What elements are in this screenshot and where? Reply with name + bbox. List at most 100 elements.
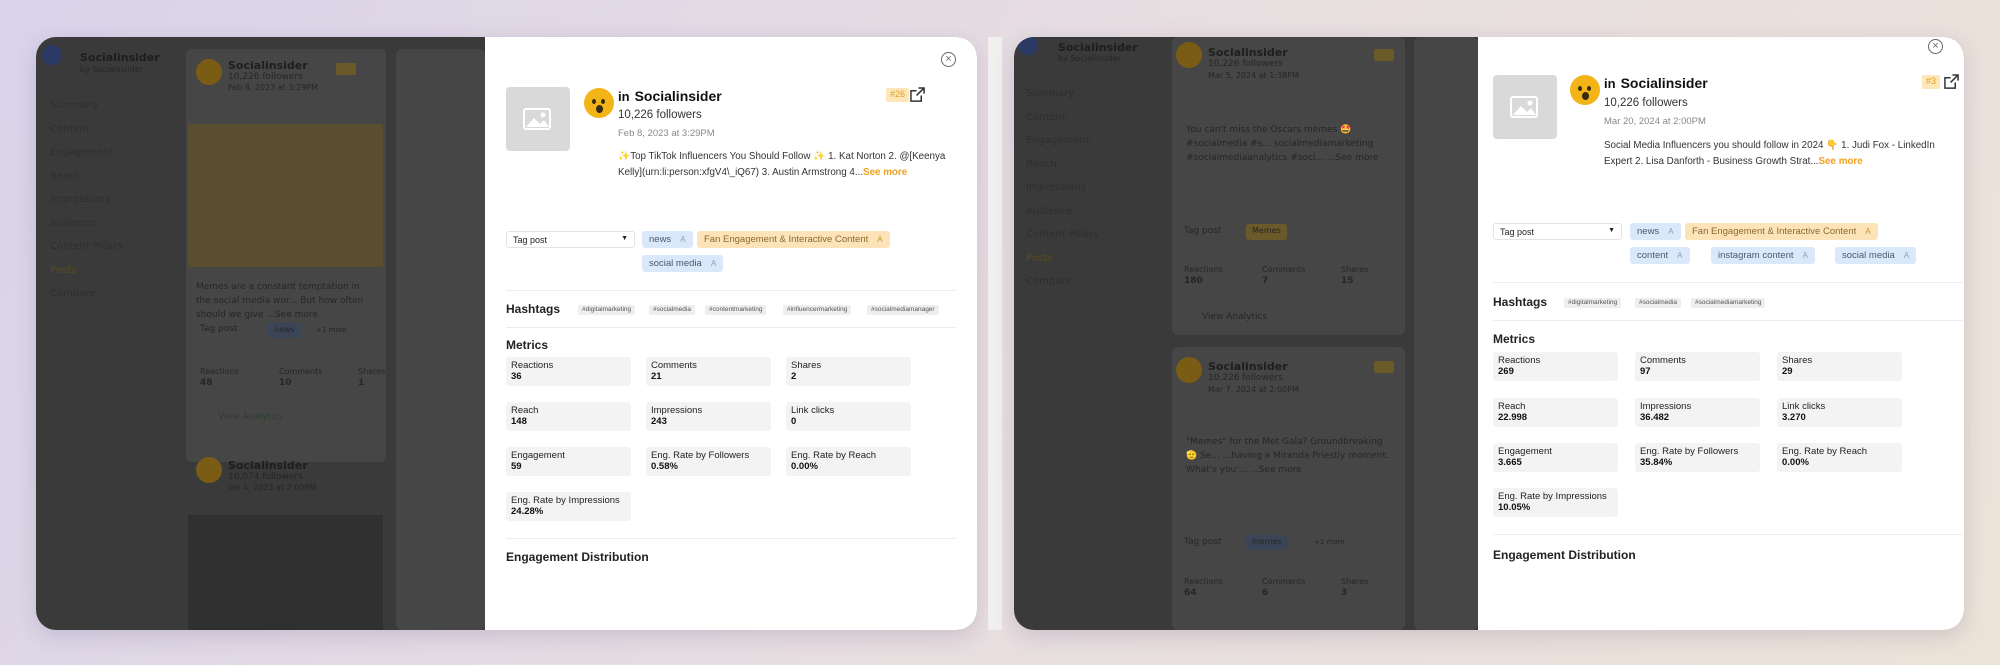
metric-card-eng-rate-followers: Eng. Rate by Followers 0.58%	[646, 447, 771, 476]
view-analytics-link[interactable]: View Analytics	[218, 412, 283, 422]
rank-badge	[1374, 361, 1394, 373]
metric-value: 29	[1782, 366, 1793, 377]
view-analytics-link[interactable]: View Analytics	[1202, 312, 1267, 322]
hashtag-chip: #digitalmarketing	[1564, 298, 1622, 308]
sidebar-item-engagement[interactable]: Engagement	[50, 147, 123, 171]
tag-post-select[interactable]: Tag post ▼	[1493, 223, 1622, 240]
tag-remove-icon[interactable]: A	[1803, 251, 1808, 260]
tag-remove-icon[interactable]: A	[680, 235, 685, 244]
metric-value: 36	[511, 371, 522, 382]
metric-card-reach: Reach 22.998	[1493, 398, 1618, 427]
post-card-followers: 10,226 followers	[1208, 373, 1283, 383]
divider	[1493, 320, 1963, 321]
external-link-icon[interactable]	[910, 87, 925, 102]
sidebar-item-content[interactable]: Content	[1026, 112, 1099, 136]
close-icon[interactable]: ×	[941, 52, 956, 67]
metric-label: Shares	[791, 360, 822, 371]
metric-label: Eng. Rate by Followers	[651, 450, 750, 461]
tag-chip[interactable]: news A	[1630, 223, 1681, 240]
tag-chip[interactable]: Fan Engagement & Interactive Content A	[1685, 223, 1878, 240]
sidebar-item-audience[interactable]: Audience	[1026, 206, 1099, 230]
sidebar-item-content[interactable]: Content	[50, 124, 123, 148]
metric-value: 24.28%	[511, 506, 544, 517]
sidebar-item-audience[interactable]: Audience	[50, 218, 123, 242]
account-name[interactable]: in Socialinsider	[1604, 75, 1708, 91]
sidebar-item-posts[interactable]: Posts	[1026, 253, 1099, 277]
tag-remove-icon[interactable]: A	[877, 235, 882, 244]
post-card-account: Socialinsider	[1208, 360, 1288, 373]
tag-chip[interactable]: instagram content A	[1711, 247, 1815, 264]
tag-remove-icon[interactable]: A	[1668, 227, 1673, 236]
hashtag-chip: #socialmedia	[649, 305, 695, 315]
sidebar-item-content-pillars[interactable]: Content Pillars	[50, 241, 123, 265]
metric-value: 3.665	[1498, 457, 1522, 468]
post-card-date: Mar 7, 2024 at 2:00PM	[1208, 385, 1299, 394]
hashtag-chip: #digitalmarketing	[578, 305, 636, 315]
tag-chip[interactable]: content A	[1630, 247, 1690, 264]
app-logo-text: Socialinsider	[80, 51, 160, 64]
sidebar-nav: Summary Content Engagement Reach Impress…	[1026, 88, 1099, 300]
post-card-tag-select[interactable]: Tag post	[1184, 537, 1222, 547]
tag-remove-icon[interactable]: A	[1904, 251, 1909, 260]
avatar	[584, 88, 614, 118]
account-name[interactable]: in Socialinsider	[618, 88, 722, 104]
tag-chip[interactable]: social media A	[1835, 247, 1917, 264]
metric-label: Eng. Rate by Reach	[1782, 446, 1868, 457]
post-card[interactable]	[396, 49, 485, 630]
post-card-tag-select[interactable]: Tag post	[200, 324, 238, 334]
tag-post-select[interactable]: Tag post ▼	[506, 231, 635, 248]
sidebar-item-impressions[interactable]: Impressions	[1026, 182, 1099, 206]
post-thumbnail[interactable]	[1493, 75, 1557, 139]
post-card-account: Socialinsider	[228, 59, 308, 72]
sidebar-item-engagement[interactable]: Engagement	[1026, 135, 1099, 159]
sidebar-item-summary[interactable]: Summary	[50, 100, 123, 124]
tag-remove-icon[interactable]: A	[711, 259, 716, 268]
post-date: Feb 8, 2023 at 3:29PM	[618, 128, 715, 139]
post-card-image[interactable]	[188, 124, 383, 267]
metric-value: 3	[1341, 588, 1348, 598]
post-card-tag-chip[interactable]: Memes	[1246, 224, 1287, 240]
post-thumbnail[interactable]	[506, 87, 570, 151]
split-divider	[988, 37, 1002, 630]
post-card-image[interactable]	[188, 515, 383, 630]
post-card-date: Jan 4, 2023 at 2:00PM	[228, 483, 317, 492]
sidebar-item-compare[interactable]: Compare	[1026, 276, 1099, 300]
sidebar-item-content-pillars[interactable]: Content Pillars	[1026, 229, 1099, 253]
sidebar-nav: Summary Content Engagement Reach Impress…	[50, 100, 123, 312]
metric-label: Reach	[1498, 401, 1526, 412]
see-more-link[interactable]: See more	[1819, 156, 1863, 167]
post-card-tag-chip[interactable]: news	[268, 323, 301, 338]
tag-chip[interactable]: news A	[642, 231, 693, 248]
rank-badge	[336, 63, 356, 75]
sidebar-item-posts[interactable]: Posts	[50, 265, 123, 289]
hashtag-chip: #contentmarketing	[705, 305, 767, 315]
metric-card-engagement: Engagement 59	[506, 447, 631, 476]
sidebar-item-compare[interactable]: Compare	[50, 288, 123, 312]
post-card-tag-chip[interactable]: memes	[1246, 535, 1288, 550]
metric-label: Link clicks	[791, 405, 835, 416]
post-card-tag-select[interactable]: Tag post	[1184, 226, 1222, 236]
close-icon[interactable]: ×	[1928, 39, 1943, 54]
metric-value: 148	[511, 416, 527, 427]
post-card[interactable]	[1414, 37, 1478, 630]
metric-label: Comments	[279, 367, 323, 376]
sidebar-item-reach[interactable]: Reach	[1026, 159, 1099, 183]
followers-count: 10,226 followers	[1604, 97, 1688, 109]
metric-label: Comments	[651, 360, 697, 371]
tag-chip[interactable]: Fan Engagement & Interactive Content A	[697, 231, 890, 248]
sidebar-item-impressions[interactable]: Impressions	[50, 194, 123, 218]
post-card-followers: 10,226 followers	[228, 72, 303, 82]
sidebar-item-reach[interactable]: Reach	[50, 171, 123, 195]
external-link-icon[interactable]	[1944, 74, 1959, 89]
sidebar-item-summary[interactable]: Summary	[1026, 88, 1099, 112]
post-card[interactable]	[1172, 37, 1405, 335]
image-placeholder-icon	[523, 108, 551, 130]
tag-remove-icon[interactable]: A	[1865, 227, 1870, 236]
app-logo-subtext: by Socialinsider	[80, 65, 144, 74]
see-more-link[interactable]: See more	[863, 167, 907, 178]
tag-chip[interactable]: social media A	[642, 255, 724, 272]
tag-remove-icon[interactable]: A	[1677, 251, 1682, 260]
hashtag-chip: #socialmediamarketing	[1691, 298, 1766, 308]
post-details-panel: × in Socialinsider 10,226 followers Feb 8…	[485, 37, 977, 630]
metric-card-link-clicks: Link clicks 0	[786, 402, 911, 431]
